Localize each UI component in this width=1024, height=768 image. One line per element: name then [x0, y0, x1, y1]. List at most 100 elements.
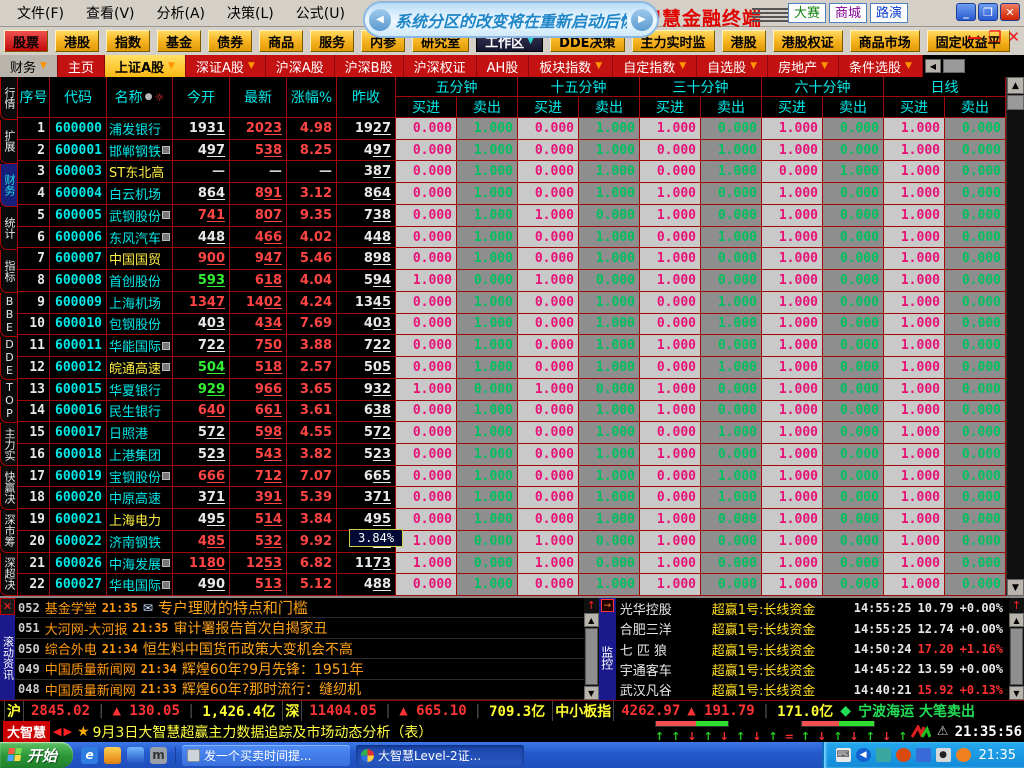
- table-row[interactable]: 13 600015 华夏银行 929 966 3.65 932 1.000 0.000 1.000…: [18, 378, 1006, 401]
- app-restore-icon[interactable]: ❐: [988, 30, 1001, 45]
- cell-name[interactable]: 首创股份: [107, 270, 173, 292]
- tab-主页[interactable]: 主页: [58, 55, 105, 77]
- news-title[interactable]: 辉煌60年?那时流行：缝纫机: [182, 680, 361, 699]
- toolbar-button[interactable]: 指数: [106, 30, 151, 52]
- col-header[interactable]: 序号: [18, 77, 50, 118]
- col-header[interactable]: 昨收: [337, 77, 396, 118]
- keyboard-icon[interactable]: ⌨: [835, 748, 851, 762]
- messenger-icon[interactable]: [127, 746, 145, 764]
- sidebar-item-DDE[interactable]: DDE: [0, 336, 18, 380]
- monitor-scroll-thumb[interactable]: [584, 628, 598, 685]
- toolbar-button[interactable]: 债券: [208, 30, 253, 52]
- alert-up-icon[interactable]: ↑: [1009, 598, 1024, 613]
- close-news-icon[interactable]: ✕: [0, 598, 15, 615]
- subcol-header[interactable]: 买进: [396, 97, 457, 118]
- tab-深证A股[interactable]: 深证A股 ▼: [186, 55, 266, 77]
- subcol-header[interactable]: 买进: [884, 97, 945, 118]
- toolbar-button[interactable]: 港股权证: [772, 30, 843, 52]
- subcol-header[interactable]: 卖出: [823, 97, 884, 118]
- table-row[interactable]: 4 600004 白云机场 864 891 3.12 864 0.000 1.000 0.000 1…: [18, 183, 1006, 205]
- ie-icon[interactable]: e: [81, 746, 99, 764]
- col-group-label[interactable]: 五分钟: [396, 77, 518, 97]
- monitor-row[interactable]: 七 匹 狼 超赢1号:长线资金 14:50:24 17.20 +1.16%: [616, 639, 1009, 659]
- menu-item[interactable]: 决策(L): [216, 3, 285, 23]
- news-item[interactable]: 049 中国质量新闻网 21:34 辉煌60年?9月先锋：1951年: [15, 659, 584, 680]
- table-row[interactable]: 11 600011 华能国际 722 750 3.88 722 0.000 1.000 0.000…: [18, 335, 1006, 358]
- cell-name[interactable]: 东风汽车: [107, 226, 173, 249]
- sidebar-item-扩展[interactable]: 扩展: [0, 120, 18, 164]
- title-link[interactable]: 大赛: [787, 3, 826, 23]
- scroll-left-icon[interactable]: ◀: [924, 59, 941, 73]
- toolbar-button[interactable]: 港股: [721, 30, 766, 52]
- scroll-down-icon[interactable]: ▼: [1007, 579, 1024, 596]
- table-row[interactable]: 19 600021 上海电力 495 514 3.84 495 0.000 1.000 0.000…: [18, 509, 1006, 531]
- cell-name[interactable]: 包钢股份: [107, 313, 173, 336]
- scroll-track[interactable]: [1007, 110, 1024, 579]
- col-header[interactable]: 涨幅%: [287, 77, 337, 118]
- monitor-row[interactable]: 合肥三洋 超赢1号:长线资金 14:55:25 12.74 +0.00%: [616, 618, 1009, 639]
- scroll-up-icon[interactable]: ▲: [1007, 77, 1024, 94]
- news-item[interactable]: 050 综合外电 21:34 恒生料中国货币政策大变机会不高: [15, 639, 584, 660]
- news-item[interactable]: 052 基金学堂 21:35 ✉ 专户理财的特点和门槛: [15, 598, 584, 619]
- sidebar-item-统计[interactable]: 统计: [0, 206, 18, 250]
- toolbar-button[interactable]: 商品: [259, 30, 304, 52]
- table-row[interactable]: 1 600000 浦发银行 1931 2023 4.98 1927 0.000 1.000 0.0…: [18, 118, 1006, 140]
- subcol-header[interactable]: 买进: [640, 97, 701, 118]
- table-row[interactable]: 20600022济南钢铁4855329.924841.0000.0001.000…: [18, 530, 1006, 553]
- close-icon[interactable]: ✕: [1000, 3, 1020, 21]
- scroll-thumb[interactable]: [1007, 95, 1024, 110]
- tab-AH股[interactable]: AH股: [477, 55, 530, 77]
- sidebar-item-快赢决[interactable]: 快赢决: [0, 466, 18, 510]
- cell-name[interactable]: 民生银行: [107, 400, 173, 423]
- menu-item[interactable]: 公式(U): [285, 3, 356, 23]
- ticker-headline[interactable]: 9月3日大智慧超赢主力数据追踪及市场动态分析（表）: [93, 722, 433, 742]
- subcol-header[interactable]: 买进: [518, 97, 579, 118]
- ticker-prev-icon[interactable]: ◀: [53, 725, 63, 738]
- minimize-icon[interactable]: _: [956, 3, 976, 21]
- title-link[interactable]: 商城: [828, 3, 867, 23]
- monitor-right-scrollbar[interactable]: ↑ ▲ ▼: [1009, 598, 1024, 700]
- monitor-row[interactable]: 宇通客车 超赢1号:长线资金 14:45:22 13.59 +0.00%: [616, 659, 1009, 679]
- tab-条件选股[interactable]: 条件选股 ▼: [839, 55, 923, 77]
- col-header[interactable]: 今开: [173, 77, 230, 118]
- tab-自定指数[interactable]: 自定指数 ▼: [613, 55, 698, 77]
- marquee-right-icon[interactable]: ▶: [631, 8, 653, 31]
- sidebar-item-财务[interactable]: 财务: [0, 163, 18, 207]
- toolbar-button[interactable]: 商品市场: [849, 30, 920, 52]
- app-close-icon[interactable]: ✕: [1007, 30, 1020, 45]
- cell-name[interactable]: 日照港: [107, 422, 173, 445]
- news-item[interactable]: 048 中国质量新闻网 21:33 辉煌60年?那时流行：缝纫机: [15, 680, 584, 701]
- scroll-thumb[interactable]: [942, 59, 965, 73]
- sidebar-item-BBE[interactable]: BBE: [0, 293, 18, 337]
- col-header[interactable]: 代码: [50, 77, 107, 118]
- tab-板块指数[interactable]: 板块指数 ▼: [529, 55, 614, 77]
- monitor-scroll-up-icon[interactable]: ▲: [583, 613, 599, 627]
- toolbar-button[interactable]: 基金: [157, 30, 202, 52]
- tab-沪深A股[interactable]: 沪深A股: [266, 55, 335, 77]
- sidebar-item-深市筹[interactable]: 深市筹: [0, 509, 18, 553]
- sidebar-item-行情[interactable]: 行情: [0, 77, 18, 121]
- headset-icon[interactable]: [955, 748, 971, 762]
- bull-icon[interactable]: [895, 748, 911, 762]
- cell-name[interactable]: 上海机场: [107, 291, 173, 314]
- monitor-row[interactable]: 光华控股 超赢1号:长线资金 14:55:25 10.79 +0.00%: [616, 598, 1009, 618]
- alert-up-icon[interactable]: ↑: [584, 598, 599, 613]
- news-title[interactable]: 辉煌60年?9月先锋：1951年: [182, 659, 364, 678]
- monitor-scroll-up-icon[interactable]: ▲: [1009, 613, 1024, 627]
- cell-name[interactable]: 浦发银行: [107, 118, 173, 140]
- toolbar-button[interactable]: 服务: [310, 30, 355, 52]
- cell-name[interactable]: 济南钢铁: [107, 530, 173, 553]
- col-group-label[interactable]: 日线: [884, 77, 1006, 97]
- sidebar-item-主力实[interactable]: 主力实: [0, 423, 18, 467]
- app-minimize-icon[interactable]: —: [967, 30, 982, 45]
- table-row[interactable]: 18 600020 中原高速 371 391 5.39 371 0.000 1.000 0.000…: [18, 487, 1006, 510]
- table-row[interactable]: 9 600009 上海机场 1347 1402 4.24 1345 0.000 1.000 0.0…: [18, 291, 1006, 314]
- tab-财务[interactable]: 财务 ▼: [0, 55, 58, 77]
- menu-item[interactable]: 分析(A): [146, 3, 217, 23]
- toolbar-button[interactable]: 港股: [55, 30, 100, 52]
- col-group-label[interactable]: 三十分钟: [640, 77, 762, 97]
- toolbar-button[interactable]: 股票: [4, 30, 49, 52]
- tab-沪深权证[interactable]: 沪深权证: [404, 55, 477, 77]
- table-row[interactable]: 10 600010 包钢股份 403 434 7.69 403 0.000 1.000 0.000…: [18, 313, 1006, 336]
- table-row[interactable]: 7 600007 中国国贸 900 947 5.46 898 0.000 1.000 0.000 1…: [18, 248, 1006, 271]
